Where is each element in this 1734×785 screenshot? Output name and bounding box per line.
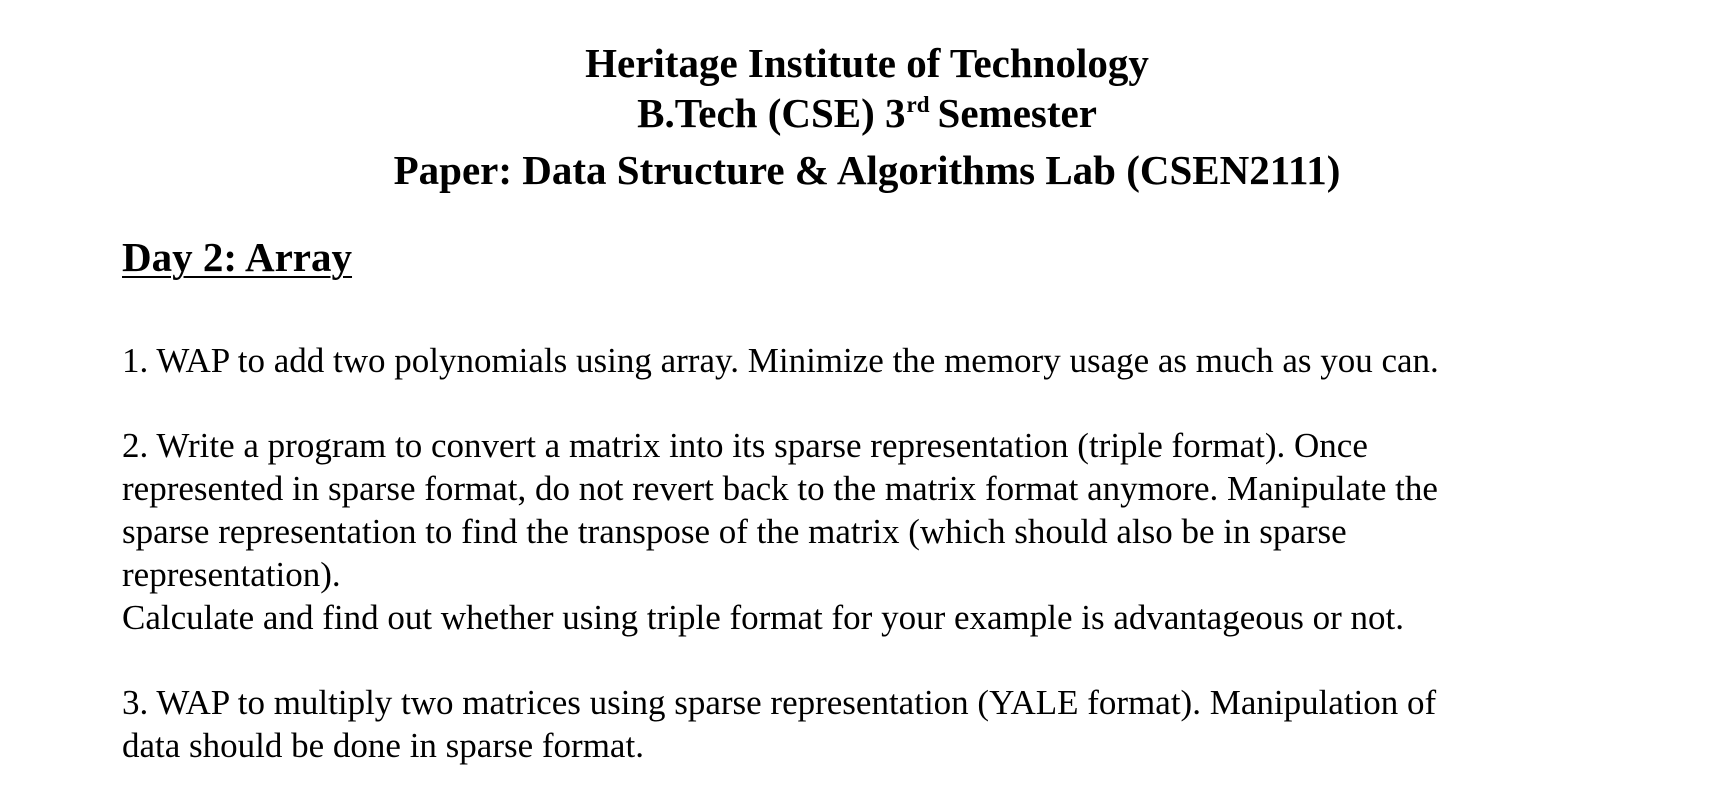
problem-line: representation). (122, 555, 341, 594)
problem-line: represented in sparse format, do not rev… (122, 469, 1438, 508)
problem-3: 3. WAP to multiply two matrices using sp… (122, 681, 1642, 767)
course-semester: B.Tech (CSE) 3rd Semester (0, 88, 1734, 145)
problem-list: 1. WAP to add two polynomials using arra… (122, 339, 1642, 767)
course-suffix: Semester (937, 90, 1097, 136)
problem-line: 2. Write a program to convert a matrix i… (122, 426, 1368, 465)
ordinal-suffix: rd (906, 92, 930, 117)
problem-line: 3. WAP to multiply two matrices using sp… (122, 683, 1437, 722)
paper-title: Paper: Data Structure & Algorithms Lab (… (393, 147, 1341, 193)
course-prefix: B.Tech (CSE) 3 (637, 90, 906, 136)
document-header: Heritage Institute of Technology B.Tech … (0, 38, 1734, 195)
problem-line: sparse representation to find the transp… (122, 512, 1347, 551)
problem-line: 1. WAP to add two polynomials using arra… (122, 341, 1439, 380)
problem-line: data should be done in sparse format. (122, 726, 644, 765)
section-heading: Day 2: Array (122, 234, 353, 280)
institute-name: Heritage Institute of Technology (585, 40, 1149, 86)
problem-1: 1. WAP to add two polynomials using arra… (122, 339, 1642, 382)
problem-2: 2. Write a program to convert a matrix i… (122, 424, 1642, 639)
problem-line: Calculate and find out whether using tri… (122, 598, 1404, 637)
